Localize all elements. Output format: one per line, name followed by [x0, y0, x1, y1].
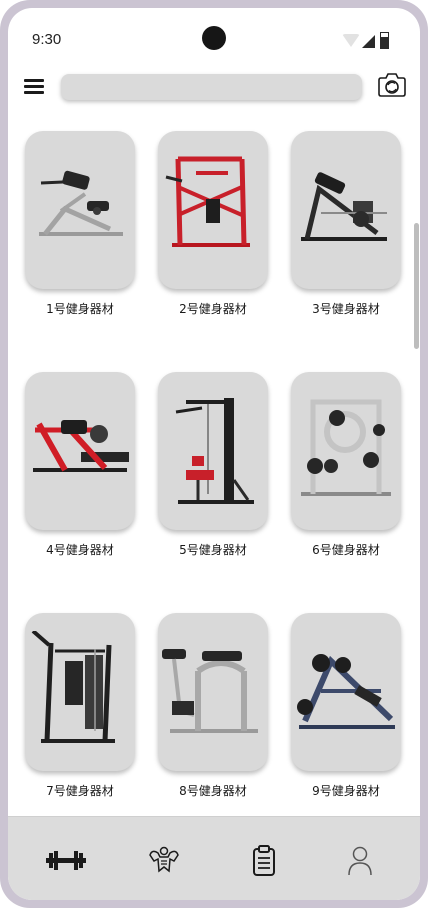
- scrollbar[interactable]: [414, 103, 420, 803]
- app-screen: 9:30 1号健身器材 2号健身器材 3号健身器材 4号健身器材 5号健身器材 …: [8, 8, 420, 900]
- search-input[interactable]: [61, 74, 362, 100]
- nav-muscles[interactable]: [142, 845, 186, 877]
- status-icons: [336, 32, 396, 50]
- equipment-image: [158, 131, 268, 289]
- wifi-icon: [342, 34, 360, 47]
- equipment-image: [25, 131, 135, 289]
- equipment-name: 8号健身器材: [179, 784, 247, 798]
- equipment-image: [158, 613, 268, 771]
- equipment-name: 7号健身器材: [46, 784, 114, 798]
- equipment-image: [158, 372, 268, 530]
- chest-press-machine-image: [31, 631, 115, 743]
- nav-profile[interactable]: [338, 845, 382, 877]
- scrollbar-thumb[interactable]: [414, 223, 419, 349]
- row-machine-image: [162, 649, 258, 733]
- clipboard-icon: [253, 845, 275, 876]
- equipment-image: [291, 613, 401, 771]
- battery-icon: [380, 32, 389, 49]
- equipment-name: 5号健身器材: [179, 543, 247, 557]
- bottom-nav: [8, 816, 420, 900]
- equipment-name: 6号健身器材: [312, 543, 380, 557]
- menu-line: [24, 85, 44, 88]
- equipment-grid: 1号健身器材 2号健身器材 3号健身器材 4号健身器材 5号健身器材 6号健身器…: [8, 118, 420, 816]
- equipment-name: 9号健身器材: [312, 784, 380, 798]
- squat-rack-image: [165, 156, 250, 247]
- leg-press-machine-image: [301, 172, 387, 241]
- equipment-image: [25, 613, 135, 771]
- equipment-name: 4号健身器材: [46, 543, 114, 557]
- status-bar: 9:30: [8, 8, 420, 64]
- equipment-name: 1号健身器材: [46, 302, 114, 316]
- equipment-image: [25, 372, 135, 530]
- status-time: 9:30: [32, 31, 62, 48]
- plate-loaded-rack-image: [301, 399, 391, 496]
- hip-thrust-machine-image: [33, 420, 129, 472]
- equipment-image: [291, 131, 401, 289]
- lat-pulldown-machine-image: [175, 398, 254, 504]
- dumbbell-icon: [46, 851, 86, 870]
- muscle-body-icon: [149, 846, 179, 873]
- cellular-signal-icon: [362, 35, 375, 48]
- user-profile-icon: [348, 846, 372, 876]
- hyperextension-bench-image: [39, 170, 123, 236]
- equipment-name: 3号健身器材: [312, 302, 380, 316]
- menu-line: [24, 91, 44, 94]
- equipment-image: [291, 372, 401, 530]
- nav-equipment[interactable]: [44, 845, 88, 877]
- hamburger-menu-icon[interactable]: [24, 78, 44, 96]
- front-camera-hole: [202, 26, 226, 50]
- camera-scan-icon[interactable]: [376, 72, 408, 100]
- hack-squat-machine-image: [297, 654, 395, 729]
- equipment-name: 2号健身器材: [179, 302, 247, 316]
- nav-plans[interactable]: [242, 845, 286, 877]
- menu-line: [24, 79, 44, 82]
